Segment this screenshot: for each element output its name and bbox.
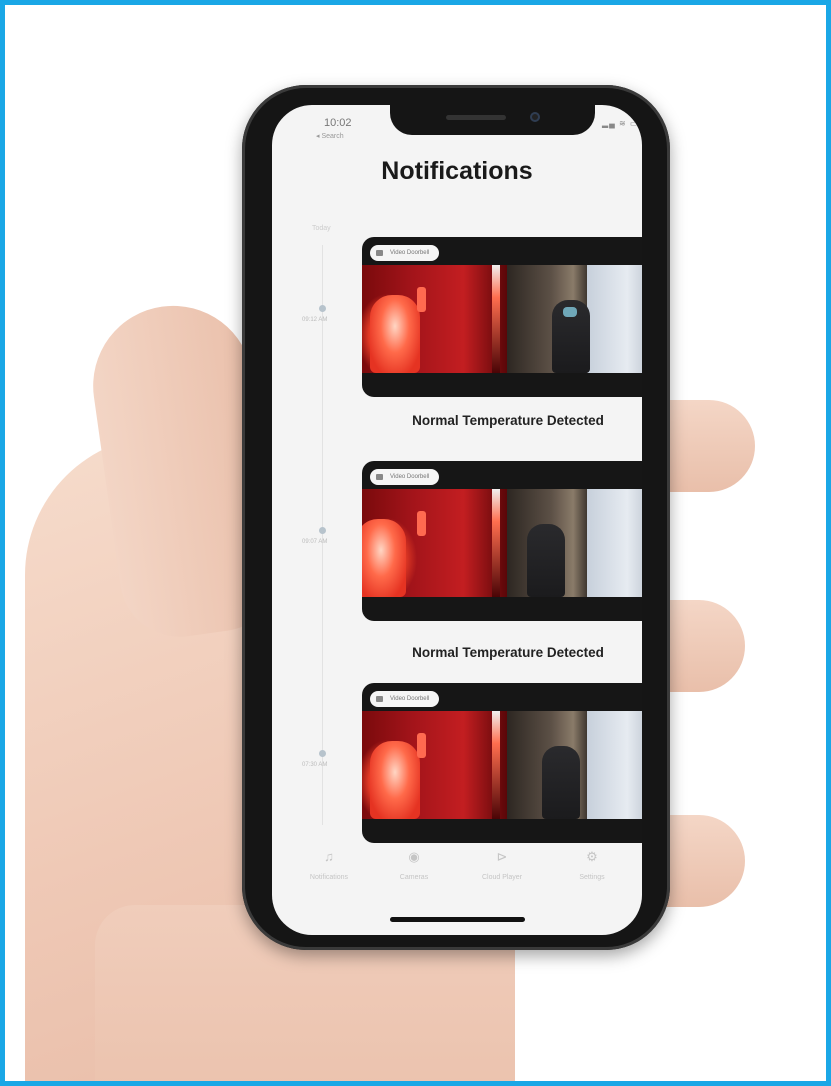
timeline-time: 09:12 AM: [302, 317, 328, 323]
tab-label: Cloud Player: [481, 874, 523, 881]
notification-title: Normal Temperature Detected: [412, 413, 604, 428]
notification-card[interactable]: Video Doorbell: [362, 237, 642, 397]
notification-title: Normal Temperature Detected: [412, 645, 604, 660]
camera-icon: [376, 696, 383, 702]
thermal-person: [370, 295, 420, 373]
notification-thumbnail[interactable]: [362, 711, 642, 819]
back-to-search-link[interactable]: ◂ Search: [316, 132, 344, 140]
thermal-image: [362, 265, 507, 373]
notification-card[interactable]: Video Doorbell: [362, 683, 642, 843]
timeline-dot: [319, 305, 326, 312]
door: [587, 711, 642, 819]
thermal-image: [362, 711, 507, 819]
device-badge-label: Video Doorbell: [390, 474, 430, 480]
visible-image: [507, 265, 642, 373]
tab-cloud-player[interactable]: ⊳ Cloud Player: [457, 849, 547, 882]
phone-notch: [390, 105, 595, 135]
gear-icon: ⚙: [586, 849, 598, 864]
phone-screen: 10:02 ◂ Search ▂▄ ≋ ▭ Notifications Toda…: [272, 105, 642, 935]
speaker-grille: [446, 115, 506, 120]
thermal-scale-bar: [492, 265, 500, 373]
timeline-date: Today: [312, 225, 331, 232]
thermal-person: [370, 741, 420, 819]
status-icons: ▂▄ ≋ ▭: [602, 119, 639, 128]
image-frame: 10:02 ◂ Search ▂▄ ≋ ▭ Notifications Toda…: [0, 0, 831, 1086]
timeline-dot: [319, 750, 326, 757]
notification-thumbnail[interactable]: [362, 489, 642, 597]
thermal-light: [417, 511, 426, 536]
visible-person: [542, 746, 580, 819]
timeline-time: 07:30 AM: [302, 762, 328, 768]
notification-thumbnail[interactable]: [362, 265, 642, 373]
tab-notifications[interactable]: ♫ Notifications: [284, 849, 374, 882]
visible-image: [507, 711, 642, 819]
timeline-time: 09:07 AM: [302, 539, 328, 545]
tab-cameras[interactable]: ◉ Cameras: [369, 849, 459, 882]
door: [587, 489, 642, 597]
status-time: 10:02: [324, 117, 352, 129]
play-icon: ⊳: [496, 849, 508, 864]
device-badge: Video Doorbell: [370, 691, 440, 707]
tab-label: Settings: [579, 874, 605, 881]
thermal-scale-bar: [492, 489, 500, 597]
device-badge: Video Doorbell: [370, 245, 440, 261]
camera-icon: [376, 474, 383, 480]
visible-person: [527, 524, 565, 597]
tab-settings[interactable]: ⚙ Settings: [547, 849, 637, 882]
device-badge-label: Video Doorbell: [390, 696, 430, 702]
page-title: Notifications: [381, 157, 533, 185]
smartphone: 10:02 ◂ Search ▂▄ ≋ ▭ Notifications Toda…: [242, 85, 670, 950]
camera-icon: [376, 250, 383, 256]
tab-label: Notifications: [309, 874, 349, 881]
thermal-image: [362, 489, 507, 597]
eye-icon: ◉: [408, 849, 420, 864]
bell-icon: ♫: [324, 849, 334, 864]
device-badge-label: Video Doorbell: [390, 250, 430, 256]
thermal-scale-bar: [492, 711, 500, 819]
timeline-line: [322, 245, 323, 825]
timeline-dot: [319, 527, 326, 534]
tab-label: Cameras: [399, 874, 429, 881]
visible-image: [507, 489, 642, 597]
tab-bar: ♫ Notifications ◉ Cameras ⊳ Cloud Player…: [272, 850, 642, 910]
thermal-person: [362, 519, 406, 597]
home-indicator[interactable]: [390, 917, 525, 922]
device-badge: Video Doorbell: [370, 469, 440, 485]
thermal-light: [417, 733, 426, 758]
front-camera-icon: [530, 112, 540, 122]
thermal-light: [417, 287, 426, 312]
notification-card[interactable]: Video Doorbell: [362, 461, 642, 621]
door: [587, 265, 642, 373]
face-mask: [563, 307, 577, 317]
